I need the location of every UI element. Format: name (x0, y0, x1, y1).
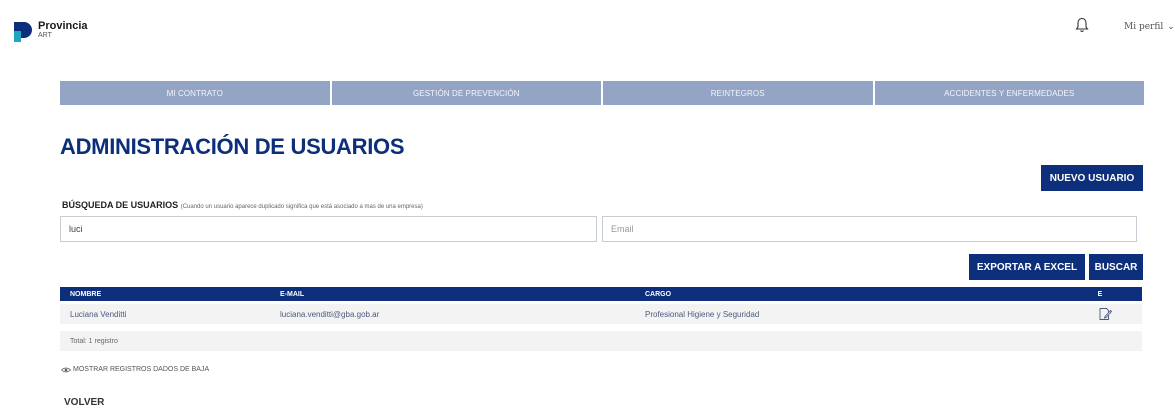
cell-nombre: Luciana Venditti (70, 309, 127, 319)
cell-cargo: Profesional Higiene y Seguridad (645, 309, 760, 319)
main-nav: MI CONTRATO GESTIÓN DE PREVENCIÓN REINTE… (60, 81, 1144, 105)
show-deleted-toggle[interactable]: MOSTRAR REGISTROS DADOS DE BAJA (61, 366, 209, 373)
top-header: Provincia ART Mi perfil ⌄ (0, 0, 1175, 55)
column-header-edit: E (1097, 290, 1103, 298)
search-heading: BÚSQUEDA DE USUARIOS (Cuando un usuario … (62, 200, 423, 210)
nav-item-gestion-prevencion[interactable]: GESTIÓN DE PREVENCIÓN (331, 81, 601, 105)
table-row: Luciana Venditti luciana.venditti@gba.go… (60, 304, 1142, 324)
eye-icon (61, 367, 71, 372)
table-header: NOMBRE E-MAIL CARGO E (60, 287, 1142, 301)
export-excel-button[interactable]: EXPORTAR A EXCEL (969, 254, 1085, 280)
email-search-input[interactable] (602, 216, 1137, 242)
profile-label: Mi perfil (1124, 22, 1164, 32)
column-header-nombre[interactable]: NOMBRE (60, 291, 280, 298)
column-header-email[interactable]: E-MAIL (280, 291, 645, 298)
page-title: ADMINISTRACIÓN DE USUARIOS (60, 134, 405, 159)
users-table: NOMBRE E-MAIL CARGO E Luciana Venditti l… (60, 287, 1142, 351)
bell-icon[interactable] (1075, 17, 1089, 33)
name-search-input[interactable] (60, 216, 597, 242)
back-button[interactable]: VOLVER (64, 397, 104, 408)
column-header-cargo[interactable]: CARGO (645, 291, 1058, 298)
search-button[interactable]: BUSCAR (1089, 254, 1143, 280)
show-deleted-label: MOSTRAR REGISTROS DADOS DE BAJA (73, 366, 210, 373)
nav-item-mi-contrato[interactable]: MI CONTRATO (60, 81, 330, 105)
nav-item-accidentes[interactable]: ACCIDENTES Y ENFERMEDADES (874, 81, 1144, 105)
nav-item-reintegros[interactable]: REINTEGROS (603, 81, 873, 105)
chevron-down-icon: ⌄ (1167, 22, 1175, 32)
cell-email: luciana.venditti@gba.gob.ar (280, 309, 380, 319)
brand-logo[interactable]: Provincia ART (12, 20, 88, 42)
table-total: Total: 1 registro (60, 331, 1142, 351)
profile-menu[interactable]: Mi perfil ⌄ (1124, 22, 1175, 32)
new-user-button[interactable]: NUEVO USUARIO (1041, 165, 1143, 191)
search-heading-title: BÚSQUEDA DE USUARIOS (62, 200, 179, 210)
edit-icon[interactable] (1098, 307, 1112, 321)
search-note: (Cuando un usuario aparece duplicado sig… (180, 204, 423, 210)
provincia-logo-icon (14, 22, 32, 42)
brand-sub: ART (38, 32, 52, 39)
brand-name: Provincia (38, 20, 88, 32)
